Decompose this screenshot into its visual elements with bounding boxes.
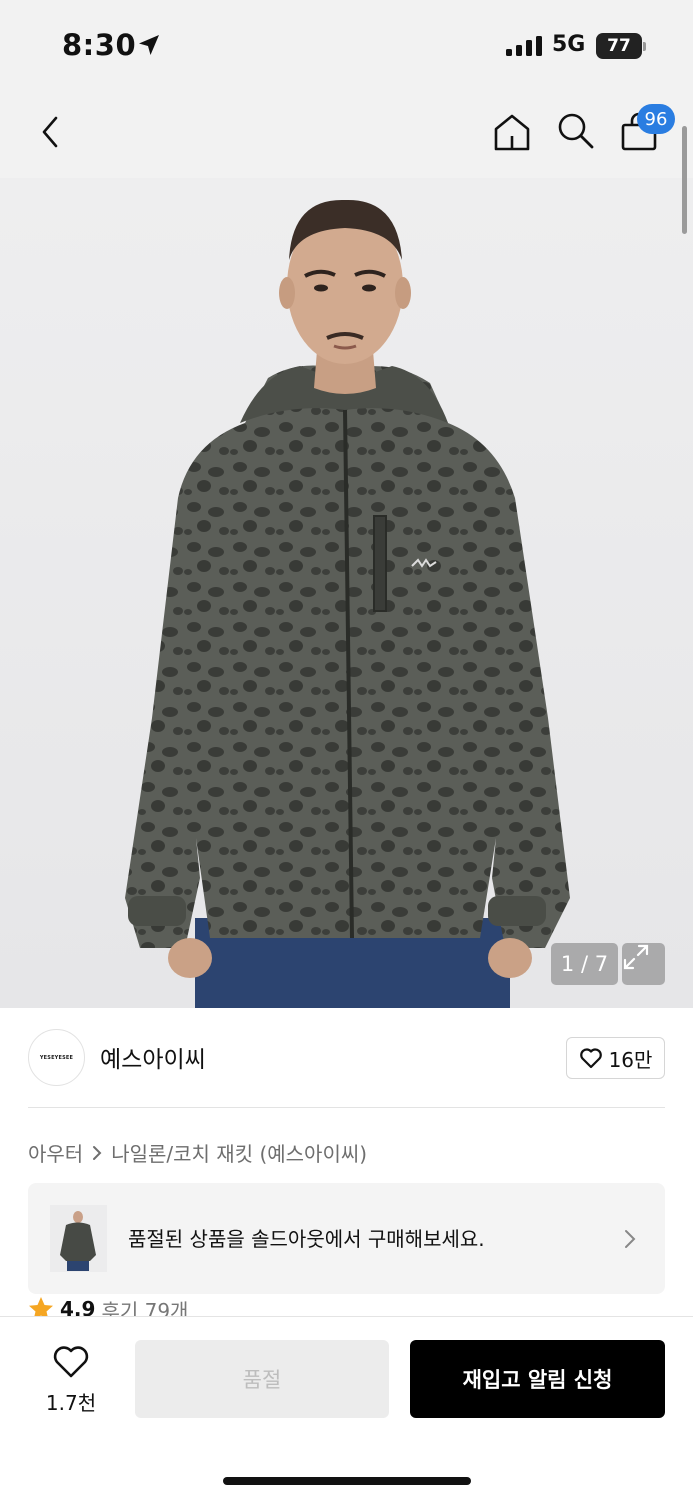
brand-like-button[interactable]: 16만: [566, 1037, 665, 1079]
breadcrumb-category[interactable]: 아우터: [28, 1138, 83, 1167]
breadcrumb: 아우터 나일론/코치 재킷 (예스아이씨): [28, 1138, 367, 1167]
bottom-action-bar: 1.7천 품절 재입고 알림 신청: [0, 1316, 693, 1500]
brand-logo-text: YESEYESEE: [39, 1054, 74, 1061]
status-bar: 8:30 5G 77: [0, 0, 693, 90]
chevron-left-icon: [42, 116, 58, 148]
soldout-button[interactable]: 품절: [135, 1340, 389, 1418]
product-image[interactable]: 1 / 7: [0, 178, 693, 1008]
status-time: 8:30: [62, 28, 137, 62]
restock-alert-button[interactable]: 재입고 알림 신청: [410, 1340, 665, 1418]
battery-icon: 77: [596, 33, 648, 59]
brand-name[interactable]: 예스아이씨: [100, 1040, 206, 1074]
product-photo: [125, 199, 570, 1008]
brand-like-count: 16만: [608, 1047, 653, 1072]
signal-icon: [506, 36, 542, 56]
soldout-banner[interactable]: 품절된 상품을 솔드아웃에서 구매해보세요.: [28, 1183, 665, 1294]
banner-text: 품절된 상품을 솔드아웃에서 구매해보세요.: [128, 1227, 485, 1251]
image-pager: 1 / 7: [551, 943, 618, 985]
banner-thumbnail: [50, 1205, 107, 1272]
home-button[interactable]: [488, 108, 536, 156]
heart-icon: [53, 1346, 89, 1378]
divider: [28, 1107, 665, 1108]
home-icon: [494, 114, 530, 151]
battery-level: 77: [607, 36, 631, 56]
brand-logo[interactable]: YESEYESEE: [28, 1029, 85, 1086]
search-button[interactable]: [551, 106, 599, 154]
search-icon: [558, 113, 594, 149]
wishlist-button[interactable]: 1.7천: [36, 1345, 106, 1415]
breadcrumb-subcategory[interactable]: 나일론/코치 재킷 (예스아이씨): [111, 1138, 367, 1167]
cart-count-badge: 96: [637, 104, 675, 134]
network-type: 5G: [552, 32, 586, 57]
home-indicator: [223, 1477, 471, 1485]
scrollbar[interactable]: [682, 126, 687, 234]
chevron-right-icon: [93, 1145, 102, 1160]
heart-icon: [579, 1048, 602, 1069]
chevron-right-icon: [625, 1230, 636, 1248]
expand-image-button[interactable]: [622, 943, 665, 985]
location-arrow-icon: [139, 35, 159, 55]
wishlist-count: 1.7천: [45, 1391, 97, 1415]
expand-icon: [623, 944, 649, 970]
back-button[interactable]: [26, 108, 74, 156]
nav-bar: [0, 90, 693, 178]
